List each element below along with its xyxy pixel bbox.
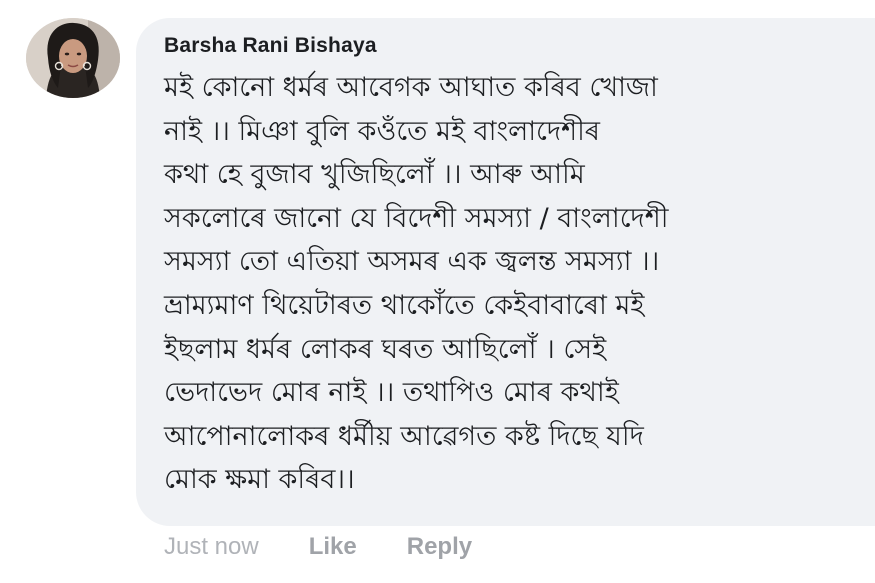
comment-text-line: আপোনালোকৰ ধৰ্মীয় আৱেগত কষ্ট দিছে যদি xyxy=(164,420,644,452)
comment-text-line: মই কোনো ধৰ্মৰ আবেগক আঘাত কৰিব খোজা xyxy=(164,72,658,103)
comment-actions: Just now Like Reply xyxy=(164,532,472,562)
comment-text-line: ভ্ৰাম্যমাণ থিয়েটাৰত থাকোঁতে কেইবাবাৰো ম… xyxy=(164,289,645,321)
comment-text-line: ইছলাম ধৰ্মৰ লোকৰ ঘৰত আছিলোঁ । সেই xyxy=(164,333,607,365)
like-button[interactable]: Like xyxy=(309,533,357,561)
comment-text-line: নাই ।। মিঞা বুলি কওঁতে মই বাংলাদেশীৰ xyxy=(164,115,600,147)
comment-text-line: ভেদাভেদ মোৰ নাই ।। তথাপিও মোৰ কথাই xyxy=(164,377,619,409)
reply-button[interactable]: Reply xyxy=(407,533,472,561)
avatar-photo xyxy=(26,18,120,98)
comment-text: মই কোনো ধৰ্মৰ আবেগক আঘাত কৰিব খোজা নাই ।… xyxy=(164,66,864,502)
comment-thread: Barsha Rani Bishaya মই কোনো ধৰ্মৰ আবেগক … xyxy=(0,0,875,583)
comment-author-name[interactable]: Barsha Rani Bishaya xyxy=(164,34,377,58)
avatar[interactable] xyxy=(26,18,120,98)
comment-text-line: সমস্যা তো এতিয়া অসমৰ এক জ্বলন্ত সমস্যা … xyxy=(164,246,660,278)
comment-timestamp[interactable]: Just now xyxy=(164,533,259,561)
comment-text-line: মোক ক্ষমা কৰিব।। xyxy=(164,464,355,496)
comment-text-line: সকলোৰে জানো যে বিদেশী সমস্যা / বাংলাদেশী xyxy=(164,202,669,234)
comment-text-line: কথা হে বুজাব খুজিছিলোঁ ।। আৰু আমি xyxy=(164,159,585,191)
